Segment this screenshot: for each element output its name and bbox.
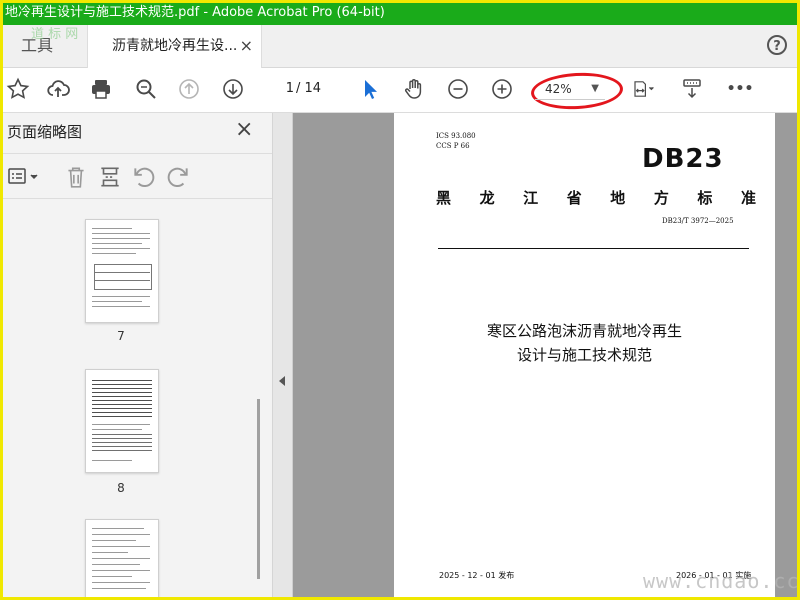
app-window: 地冷再生设计与施工技术规范.pdf - Adobe Acrobat Pro (6… — [0, 0, 800, 600]
rotate-left-icon[interactable] — [131, 164, 157, 188]
collapse-panel-handle[interactable] — [273, 113, 293, 597]
chevron-down-icon: ▼ — [591, 83, 599, 94]
zoom-value: 42% — [545, 82, 572, 96]
total-pages: / 14 — [296, 81, 322, 96]
thumbnail-toolbar — [3, 153, 272, 199]
next-page-icon[interactable] — [218, 74, 248, 104]
page-thumbnail[interactable] — [85, 519, 159, 597]
category-char: 省 — [566, 189, 582, 207]
bookmark-star-icon[interactable] — [3, 74, 33, 104]
scrollbar-thumb[interactable] — [257, 399, 260, 579]
help-icon[interactable]: ? — [767, 35, 787, 55]
category-char: 江 — [523, 189, 539, 207]
db-code: DB23 — [642, 144, 724, 174]
zoom-level-select[interactable]: 42% ▼ — [535, 78, 605, 100]
tab-document-label: 沥青就地冷再生设... — [112, 38, 238, 54]
panel-title: 页面缩略图 — [7, 123, 83, 141]
thumbnail-label: 8 — [117, 481, 125, 495]
select-cursor-icon[interactable] — [355, 74, 385, 104]
hand-tool-icon[interactable] — [399, 74, 429, 104]
main-toolbar: 1 / 14 42% ▼ ••• — [3, 68, 797, 113]
document-title-line1: 寒区公路泡沫沥青就地冷再生 — [486, 322, 682, 340]
category-char: 准 — [740, 189, 756, 207]
thumbnail-list: 7 8 — [3, 199, 265, 597]
page-thumbnail[interactable] — [85, 219, 159, 323]
category-char: 黑 — [436, 189, 452, 207]
ccs-code: CCS P 66 — [436, 142, 470, 150]
thumbnail-scrollbar[interactable] — [253, 199, 265, 597]
standard-number: DB23/T 3972—2025 — [662, 217, 734, 225]
zoom-out-icon[interactable] — [443, 74, 473, 104]
watermark-top: 道 标 网 — [31, 27, 79, 42]
print-icon[interactable] — [86, 74, 116, 104]
scroll-mode-icon[interactable] — [677, 74, 707, 104]
title-bar: 地冷再生设计与施工技术规范.pdf - Adobe Acrobat Pro (6… — [3, 3, 797, 25]
pdf-page: ICS 93.080 CCS P 66 DB23 黑 龙 江 省 地 方 标 准… — [394, 113, 775, 597]
close-panel-icon[interactable]: × — [235, 117, 253, 142]
category-char: 方 — [653, 189, 669, 207]
document-title: 寒区公路泡沫沥青就地冷再生 设计与施工技术规范 — [394, 319, 775, 367]
document-viewer[interactable]: ICS 93.080 CCS P 66 DB23 黑 龙 江 省 地 方 标 准… — [293, 113, 797, 597]
current-page-input[interactable]: 1 — [272, 74, 294, 104]
thumbnail-label: 7 — [117, 329, 125, 343]
page-number-field[interactable]: 1 / 14 — [268, 70, 624, 112]
header-rule — [438, 248, 749, 249]
classification-codes: ICS 93.080 CCS P 66 — [436, 131, 476, 151]
close-tab-icon[interactable]: × — [240, 25, 253, 67]
standard-category: 黑 龙 江 省 地 方 标 准 — [436, 187, 756, 208]
page-thumbnail[interactable] — [85, 369, 159, 473]
category-char: 龙 — [479, 189, 495, 207]
insert-page-icon[interactable] — [97, 164, 123, 188]
previous-page-icon[interactable] — [174, 74, 204, 104]
more-options-icon[interactable]: ••• — [725, 74, 755, 104]
page-thumbnails-panel: 页面缩略图 × 7 8 — [3, 113, 273, 597]
window-title: 地冷再生设计与施工技术规范.pdf - Adobe Acrobat Pro (6… — [5, 5, 385, 20]
zoom-search-icon[interactable] — [131, 74, 161, 104]
document-title-line2: 设计与施工技术规范 — [516, 346, 652, 364]
tab-bar: 工具 道 标 网 沥青就地冷再生设... × ? — [3, 25, 797, 68]
thumbnail-options-icon[interactable] — [7, 164, 41, 188]
category-char: 标 — [697, 189, 713, 207]
cloud-upload-icon[interactable] — [43, 74, 73, 104]
zoom-in-icon[interactable] — [487, 74, 517, 104]
watermark-bottom: www.cndao.cc — [643, 569, 800, 593]
category-char: 地 — [610, 189, 626, 207]
ics-code: ICS 93.080 — [436, 132, 476, 140]
tab-document[interactable]: 沥青就地冷再生设... × — [87, 25, 262, 68]
rotate-right-icon[interactable] — [165, 164, 191, 188]
delete-page-icon[interactable] — [63, 164, 89, 188]
publish-date: 2025 - 12 - 01 发布 — [439, 571, 515, 580]
chevron-left-icon — [279, 376, 285, 386]
fit-page-icon[interactable] — [623, 74, 663, 104]
